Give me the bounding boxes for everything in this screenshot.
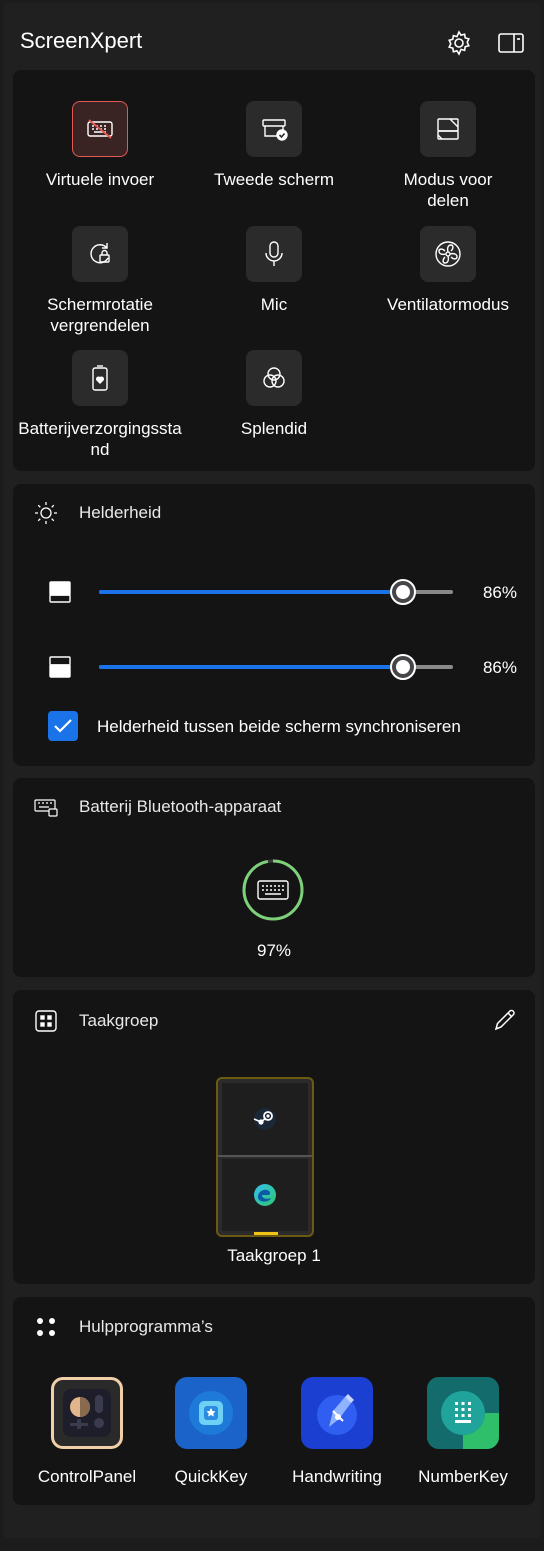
tile-share-mode[interactable]: Modus voor delen bbox=[361, 101, 535, 211]
brightness-title: Helderheid bbox=[79, 503, 162, 522]
microphone-icon bbox=[246, 226, 302, 282]
keyboard-off-icon bbox=[72, 101, 128, 157]
bluetooth-battery-header: Batterij Bluetooth-apparaat bbox=[33, 794, 281, 820]
tile-second-screen[interactable]: Tweede scherm bbox=[187, 101, 361, 190]
splendid-icon bbox=[246, 350, 302, 406]
panel-dock-icon[interactable] bbox=[497, 29, 525, 57]
edit-pencil-icon[interactable] bbox=[491, 1006, 519, 1034]
share-mode-icon bbox=[420, 101, 476, 157]
battery-ring bbox=[241, 858, 305, 922]
tile-label: Mic bbox=[260, 295, 288, 314]
title-bar: ScreenXpert bbox=[3, 3, 541, 69]
tile-label: Splendid bbox=[240, 419, 308, 438]
brightness-row-top: 86% bbox=[47, 577, 517, 607]
tile-label: Batterijverzorgingsstand bbox=[18, 419, 182, 459]
sync-brightness-checkbox[interactable] bbox=[48, 711, 78, 741]
bluetooth-battery-level: 97% bbox=[256, 941, 292, 960]
card-divider bbox=[218, 1155, 312, 1157]
app-handwriting[interactable]: Handwriting bbox=[277, 1377, 397, 1487]
tile-label: Modus voor delen bbox=[403, 170, 493, 210]
quickkey-icon bbox=[175, 1377, 247, 1449]
second-screen-icon bbox=[246, 101, 302, 157]
brightness-value-top: 86% bbox=[482, 583, 517, 602]
tile-fan-mode[interactable]: Ventilatormodus bbox=[361, 226, 535, 315]
slider-thumb[interactable] bbox=[390, 579, 417, 605]
tile-label: Ventilatormodus bbox=[387, 295, 509, 314]
tile-virtual-input[interactable]: Virtuele invoer bbox=[13, 101, 187, 190]
bluetooth-battery-title: Batterij Bluetooth-apparaat bbox=[79, 797, 282, 816]
checkmark-icon bbox=[54, 719, 72, 733]
bottom-screen-icon bbox=[47, 655, 73, 679]
utilities-header: Hulpprogramma’s bbox=[33, 1314, 213, 1340]
tile-rotation-lock[interactable]: Schermrotatie vergrendelen bbox=[13, 226, 187, 336]
app-label: Handwriting bbox=[292, 1467, 382, 1486]
slider-fill bbox=[99, 665, 404, 669]
steam-icon bbox=[222, 1083, 308, 1155]
screenxpert-window: ScreenXpert Virtuele invoer Tweede scher… bbox=[3, 3, 541, 1538]
utilities-panel: Hulpprogramma’s ControlPanel QuickKey Ha… bbox=[13, 1297, 535, 1505]
tile-mic[interactable]: Mic bbox=[187, 226, 361, 315]
quick-settings-panel: Virtuele invoer Tweede scherm Modus voor… bbox=[13, 70, 535, 471]
app-label: QuickKey bbox=[174, 1467, 248, 1486]
edge-icon bbox=[222, 1159, 308, 1231]
fan-icon bbox=[420, 226, 476, 282]
brightness-value-bottom: 86% bbox=[482, 658, 517, 677]
tile-battery-care[interactable]: Batterijverzorgingsstand bbox=[13, 350, 187, 460]
dots-grid-icon bbox=[33, 1314, 59, 1340]
brightness-slider-top[interactable] bbox=[99, 579, 453, 605]
brightness-row-bottom: 86% bbox=[47, 652, 517, 682]
battery-care-icon bbox=[72, 350, 128, 406]
numberkey-icon bbox=[427, 1377, 499, 1449]
task-group-card[interactable] bbox=[216, 1077, 314, 1237]
app-numberkey[interactable]: NumberKey bbox=[403, 1377, 523, 1487]
app-title: ScreenXpert bbox=[20, 28, 143, 53]
utilities-title: Hulpprogramma’s bbox=[79, 1317, 213, 1336]
rotation-lock-icon bbox=[72, 226, 128, 282]
task-group-header: Taakgroep bbox=[33, 1008, 158, 1034]
grid-icon bbox=[33, 1008, 59, 1034]
app-label: ControlPanel bbox=[37, 1467, 137, 1486]
app-controlpanel[interactable]: ControlPanel bbox=[27, 1377, 147, 1487]
top-screen-icon bbox=[47, 580, 73, 604]
active-indicator bbox=[254, 1232, 278, 1235]
sync-brightness-label: Helderheid tussen beide scherm synchroni… bbox=[97, 717, 461, 736]
brightness-slider-bottom[interactable] bbox=[99, 654, 453, 680]
app-quickkey[interactable]: QuickKey bbox=[151, 1377, 271, 1487]
slider-thumb[interactable] bbox=[390, 654, 417, 680]
sun-icon bbox=[33, 500, 59, 526]
brightness-header: Helderheid bbox=[33, 500, 161, 526]
brightness-panel: Helderheid 86% 86% Helderheid tussen bei… bbox=[13, 484, 535, 766]
tile-splendid[interactable]: Splendid bbox=[187, 350, 361, 439]
tile-label: Tweede scherm bbox=[214, 170, 334, 189]
controlpanel-icon bbox=[51, 1377, 123, 1449]
tile-label: Virtuele invoer bbox=[45, 170, 155, 189]
bluetooth-battery-panel: Batterij Bluetooth-apparaat 97% bbox=[13, 778, 535, 977]
keyboard-battery-icon bbox=[33, 794, 59, 820]
settings-gear-icon[interactable] bbox=[445, 29, 473, 57]
task-group-title: Taakgroep bbox=[79, 1011, 159, 1030]
keyboard-icon bbox=[257, 880, 289, 900]
slider-fill bbox=[99, 590, 404, 594]
app-label: NumberKey bbox=[418, 1467, 508, 1486]
handwriting-icon bbox=[301, 1377, 373, 1449]
tile-label: Schermrotatie vergrendelen bbox=[47, 295, 153, 335]
task-group-name: Taakgroep 1 bbox=[227, 1246, 321, 1265]
